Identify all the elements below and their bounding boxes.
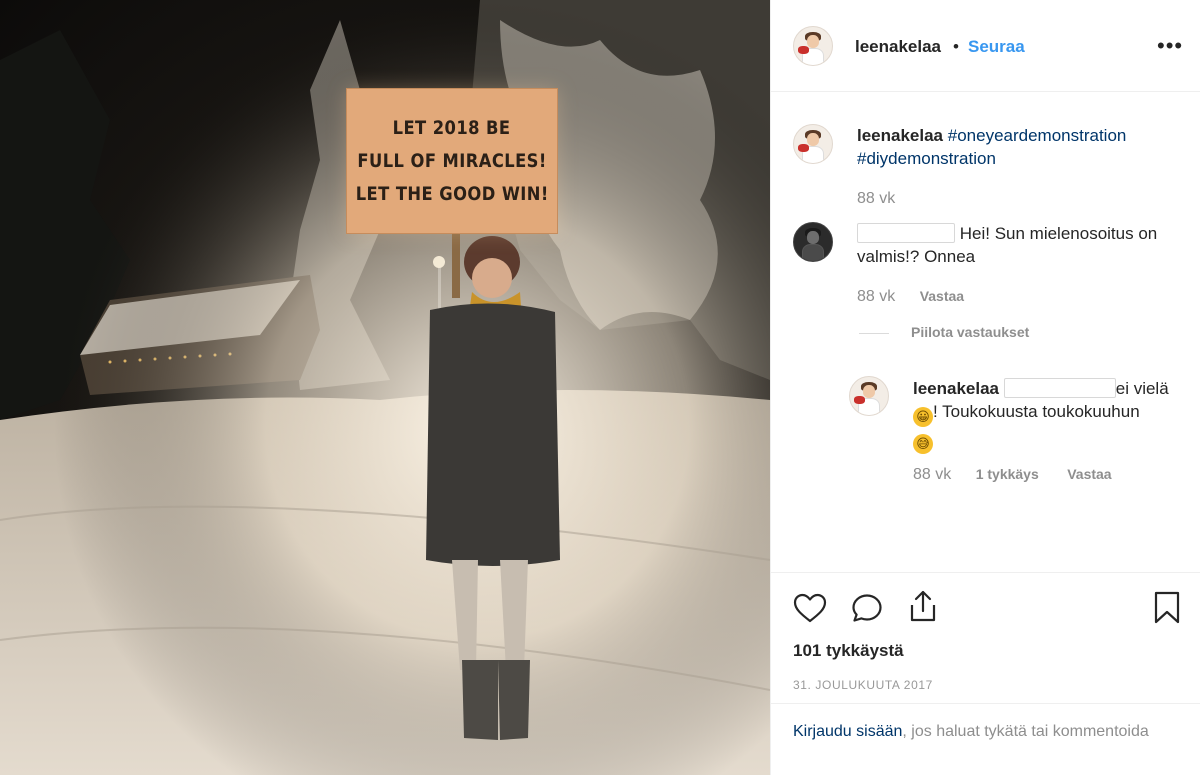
comment-time: 88 vk: [857, 288, 896, 305]
heart-icon[interactable]: [793, 593, 827, 623]
reply-text-b: ! Toukokuusta toukokuuhun: [933, 402, 1140, 421]
follow-button[interactable]: Seuraa: [968, 37, 1025, 57]
more-options-icon[interactable]: •••: [1157, 35, 1183, 57]
reply-likes[interactable]: 1 tykkäys: [976, 466, 1039, 482]
bookmark-icon[interactable]: [1153, 591, 1181, 625]
grinning-emoji-icon: 😀: [913, 407, 933, 427]
post-actions: 101 tykkäystä 31. JOULUKUUTA 2017 Kirjau…: [771, 572, 1200, 775]
sign-line-3: LET THE GOOD WIN!: [355, 182, 549, 205]
post-header: leenakelaa • Seuraa •••: [771, 0, 1200, 92]
caption-avatar[interactable]: [793, 124, 833, 164]
commenter-avatar[interactable]: [793, 222, 833, 262]
redacted-username: [857, 223, 955, 243]
avatar[interactable]: [793, 26, 833, 66]
reply-meta: 88 vk 1 tykkäys Vastaa: [913, 466, 1112, 484]
sign-line-2: FULL OF MIRACLES!: [357, 149, 547, 172]
login-rest: , jos haluat tykätä tai kommentoida: [902, 723, 1149, 740]
header-username[interactable]: leenakelaa: [855, 37, 941, 57]
post-photo: LET 2018 BE FULL OF MIRACLES! LET THE GO…: [0, 0, 770, 775]
reply-username[interactable]: leenakelaa: [913, 379, 999, 398]
reply-button[interactable]: Vastaa: [1067, 466, 1111, 482]
hashtag-link[interactable]: #oneyeardemonstration: [948, 126, 1127, 145]
protest-sign: LET 2018 BE FULL OF MIRACLES! LET THE GO…: [346, 88, 558, 234]
login-link[interactable]: Kirjaudu sisään: [793, 723, 902, 740]
reply-time: 88 vk: [913, 466, 952, 483]
reply-button[interactable]: Vastaa: [920, 288, 964, 304]
sign-line-1: LET 2018 BE: [393, 116, 511, 139]
comment-meta: 88 vk Vastaa: [857, 288, 964, 306]
login-prompt: Kirjaudu sisään, jos haluat tykätä tai k…: [771, 703, 1200, 775]
share-icon[interactable]: [907, 589, 939, 623]
reply-avatar[interactable]: [849, 376, 889, 416]
sweat-smile-emoji-icon: 😅: [913, 434, 933, 454]
header-separator: •: [953, 37, 959, 56]
hide-replies-button[interactable]: Piilota vastaukset: [911, 324, 1029, 340]
login-text: Kirjaudu sisään, jos haluat tykätä tai k…: [793, 720, 1183, 744]
reply-comment: leenakelaa ei vielä 😀! Toukokuusta touko…: [913, 377, 1193, 454]
caption-time: 88 vk: [857, 190, 896, 207]
likes-count[interactable]: 101 tykkäystä: [793, 641, 904, 661]
post-date: 31. JOULUKUUTA 2017: [793, 678, 933, 692]
reply-text-a: ei vielä: [1115, 379, 1169, 398]
post-side-panel: leenakelaa • Seuraa ••• leenakelaa #oney…: [770, 0, 1200, 775]
redacted-mention: [1003, 378, 1116, 398]
speech-bubble-icon[interactable]: [851, 593, 883, 623]
hide-replies-divider: [859, 333, 889, 334]
hashtag-link[interactable]: #diydemonstration: [857, 149, 996, 168]
comment: Hei! Sun mielenosoitus on valmis!? Onnea: [857, 222, 1197, 268]
caption-username[interactable]: leenakelaa: [857, 126, 943, 145]
caption: leenakelaa #oneyeardemonstration #diydem…: [857, 124, 1187, 170]
